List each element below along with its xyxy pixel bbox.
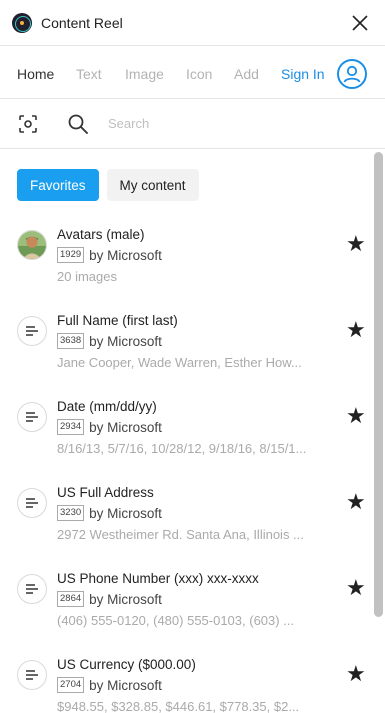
- item-title: US Phone Number (xxx) xxx-xxxx: [57, 571, 259, 586]
- favorite-star-icon[interactable]: ★: [346, 577, 366, 599]
- item-description: 2972 Westheimer Rd. Santa Ana, Illinois …: [57, 527, 304, 542]
- list-item[interactable]: Date (mm/dd/yy) 2934 by Microsoft 8/16/1…: [0, 386, 372, 472]
- item-title: US Currency ($000.00): [57, 657, 196, 672]
- text-lines-icon: [17, 316, 47, 346]
- close-button[interactable]: [349, 12, 371, 34]
- item-author: by Microsoft: [89, 419, 162, 435]
- item-author: by Microsoft: [89, 505, 162, 521]
- item-meta: 1929 by Microsoft: [57, 247, 162, 263]
- usage-count-badge: 2864: [57, 591, 85, 607]
- item-meta: 2704 by Microsoft: [57, 677, 162, 693]
- favorites-filter-button[interactable]: Favorites: [17, 169, 99, 201]
- text-lines-icon: [17, 574, 47, 604]
- text-lines-icon: [17, 402, 47, 432]
- usage-count-badge: 1929: [57, 247, 85, 263]
- text-lines-icon: [17, 660, 47, 690]
- usage-count-badge: 2704: [57, 677, 85, 693]
- item-description: $948.55, $328.85, $446.61, $778.35, $2..…: [57, 699, 300, 713]
- scan-icon: [19, 115, 37, 133]
- list-item[interactable]: Avatars (male) 1929 by Microsoft 20 imag…: [0, 214, 372, 300]
- tab-add[interactable]: Add: [234, 66, 259, 82]
- item-meta: 3230 by Microsoft: [57, 505, 162, 521]
- tab-text[interactable]: Text: [76, 66, 102, 82]
- list-item[interactable]: Full Name (first last) 3638 by Microsoft…: [0, 300, 372, 386]
- search-bar: [0, 99, 385, 149]
- item-meta: 3638 by Microsoft: [57, 333, 162, 349]
- my-content-filter-button[interactable]: My content: [106, 169, 199, 201]
- sign-in-link[interactable]: Sign In: [281, 66, 325, 82]
- item-title: Full Name (first last): [57, 313, 178, 328]
- item-author: by Microsoft: [89, 591, 162, 607]
- favorite-star-icon[interactable]: ★: [346, 491, 366, 513]
- search-input[interactable]: [108, 111, 328, 135]
- list-item[interactable]: US Currency ($000.00) 2704 by Microsoft …: [0, 644, 372, 713]
- item-title: US Full Address: [57, 485, 154, 500]
- user-icon: [343, 65, 361, 83]
- avatar-photo-icon: [17, 230, 47, 260]
- user-avatar-button[interactable]: [337, 59, 367, 89]
- tab-image[interactable]: Image: [125, 66, 164, 82]
- list-item[interactable]: US Phone Number (xxx) xxx-xxxx 2864 by M…: [0, 558, 372, 644]
- item-author: by Microsoft: [89, 677, 162, 693]
- item-description: (406) 555-0120, (480) 555-0103, (603) ..…: [57, 613, 295, 628]
- item-author: by Microsoft: [89, 333, 162, 349]
- item-description: 8/16/13, 5/7/16, 10/28/12, 9/18/16, 8/15…: [57, 441, 307, 456]
- content-reel-logo-icon: [12, 12, 32, 33]
- app-header: Content Reel: [0, 0, 385, 46]
- usage-count-badge: 3230: [57, 505, 85, 521]
- text-lines-icon: [17, 488, 47, 518]
- app-title: Content Reel: [41, 14, 123, 31]
- item-author: by Microsoft: [89, 247, 162, 263]
- tab-home[interactable]: Home: [17, 66, 54, 82]
- item-title: Date (mm/dd/yy): [57, 399, 157, 414]
- item-title: Avatars (male): [57, 227, 145, 242]
- list-item[interactable]: US Full Address 3230 by Microsoft 2972 W…: [0, 472, 372, 558]
- item-meta: 2934 by Microsoft: [57, 419, 162, 435]
- tab-icon[interactable]: Icon: [186, 66, 212, 82]
- usage-count-badge: 2934: [57, 419, 85, 435]
- item-meta: 2864 by Microsoft: [57, 591, 162, 607]
- usage-count-badge: 3638: [57, 333, 85, 349]
- favorite-star-icon[interactable]: ★: [346, 319, 366, 341]
- list-scrollbar[interactable]: [374, 152, 383, 617]
- scan-selection-button[interactable]: [18, 114, 38, 134]
- favorite-star-icon[interactable]: ★: [346, 663, 366, 685]
- filter-group: Favorites My content: [17, 169, 207, 201]
- item-description: 20 images: [57, 269, 117, 284]
- search-icon: [67, 113, 89, 135]
- close-icon: [352, 15, 368, 31]
- favorite-star-icon[interactable]: ★: [346, 233, 366, 255]
- item-description: Jane Cooper, Wade Warren, Esther How...: [57, 355, 302, 370]
- favorite-star-icon[interactable]: ★: [346, 405, 366, 427]
